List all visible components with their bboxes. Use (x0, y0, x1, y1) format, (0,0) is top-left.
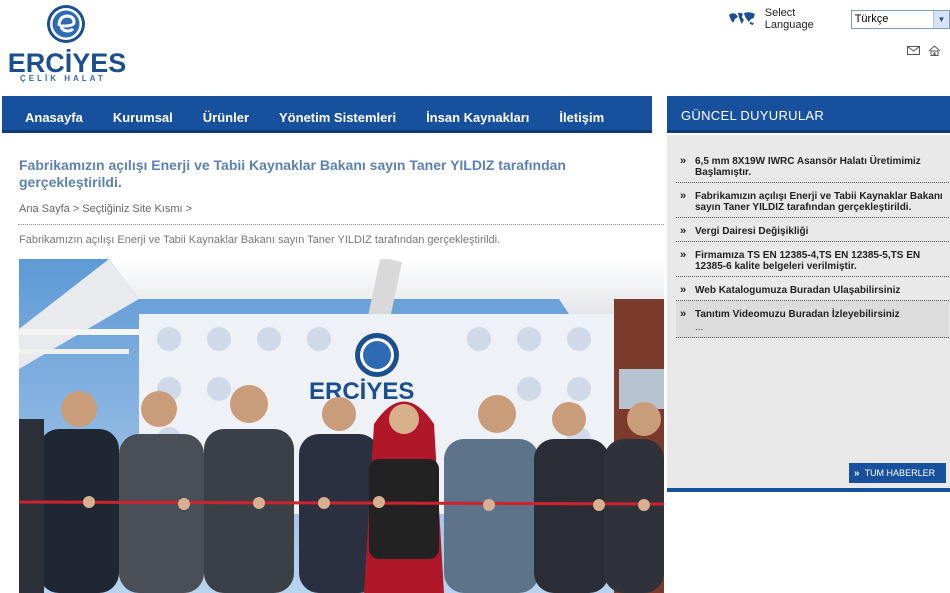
double-chevron-right-icon: » (854, 467, 860, 479)
nav-item-iletisim[interactable]: İletişim (544, 110, 619, 125)
news-item[interactable]: » Fabrikamızın açılışı Enerji ve Tabii K… (676, 183, 949, 218)
double-chevron-right-icon: » (680, 155, 687, 167)
article-intro: Fabrikamızın açılışı Enerji ve Tabii Kay… (19, 234, 501, 246)
all-news-label: TUM HABERLER (864, 468, 936, 478)
double-chevron-right-icon: » (680, 308, 687, 320)
language-select-value: Türkçe (854, 12, 889, 25)
sidebar-bottom-rule (667, 488, 950, 492)
double-chevron-right-icon: » (680, 225, 687, 237)
language-label: Select Language (764, 7, 814, 31)
news-item[interactable]: » Firmamıza TS EN 12385-4,TS EN 12385-5,… (676, 242, 949, 277)
globe-icon (728, 12, 755, 25)
home-icon[interactable] (928, 43, 941, 56)
news-item[interactable]: » Tanıtım Videomuzu Buradan İzleyebilirs… (676, 301, 949, 338)
logo-emblem-icon (47, 5, 85, 43)
news-item-more: ... (695, 322, 704, 333)
logo[interactable]: ERCİYES ÇELİK HALAT (2, 2, 132, 86)
all-news-button[interactable]: » TUM HABERLER (849, 463, 946, 483)
main-nav: Anasayfa Kurumsal Ürünler Yönetim Sistem… (2, 96, 652, 133)
double-chevron-right-icon: » (680, 284, 687, 296)
double-chevron-right-icon: » (680, 190, 687, 202)
nav-item-insan-kaynaklari[interactable]: İnsan Kaynakları (411, 110, 544, 125)
divider (18, 224, 664, 225)
language-selector: Select Language Türkçe ▼ (727, 7, 950, 31)
news-item[interactable]: » Web Katalogumuza Buradan Ulaşabilirsin… (676, 277, 949, 301)
nav-item-yonetim-sistemleri[interactable]: Yönetim Sistemleri (264, 110, 411, 125)
nav-item-kurumsal[interactable]: Kurumsal (98, 110, 188, 125)
utility-icons (907, 43, 941, 56)
page-title: Fabrikamızın açılışı Enerji ve Tabii Kay… (19, 157, 566, 190)
news-item[interactable]: » Vergi Dairesi Değişikliği (676, 218, 949, 242)
mail-icon[interactable] (907, 43, 920, 55)
news-item[interactable]: » 6,5 mm 8X19W IWRC Asansör Halatı Üreti… (676, 148, 949, 183)
logo-subtitle: ÇELİK HALAT (20, 74, 106, 83)
chevron-down-icon[interactable]: ▼ (933, 10, 949, 28)
nav-item-urunler[interactable]: Ürünler (188, 110, 264, 125)
double-chevron-right-icon: » (680, 249, 687, 261)
language-select[interactable]: Türkçe ▼ (850, 9, 950, 29)
breadcrumb[interactable]: Ana Sayfa > Seçtiğiniz Site Kısmı > (19, 203, 192, 215)
sidebar-title: GÜNCEL DUYURULAR (681, 108, 825, 123)
photo-banner-text: ERCİYES (309, 378, 414, 405)
article-photo: ERCİYES (19, 259, 664, 593)
news-list: » 6,5 mm 8X19W IWRC Asansör Halatı Üreti… (676, 148, 949, 338)
nav-item-anasayfa[interactable]: Anasayfa (2, 110, 98, 125)
sidebar-header: GÜNCEL DUYURULAR (667, 96, 950, 133)
